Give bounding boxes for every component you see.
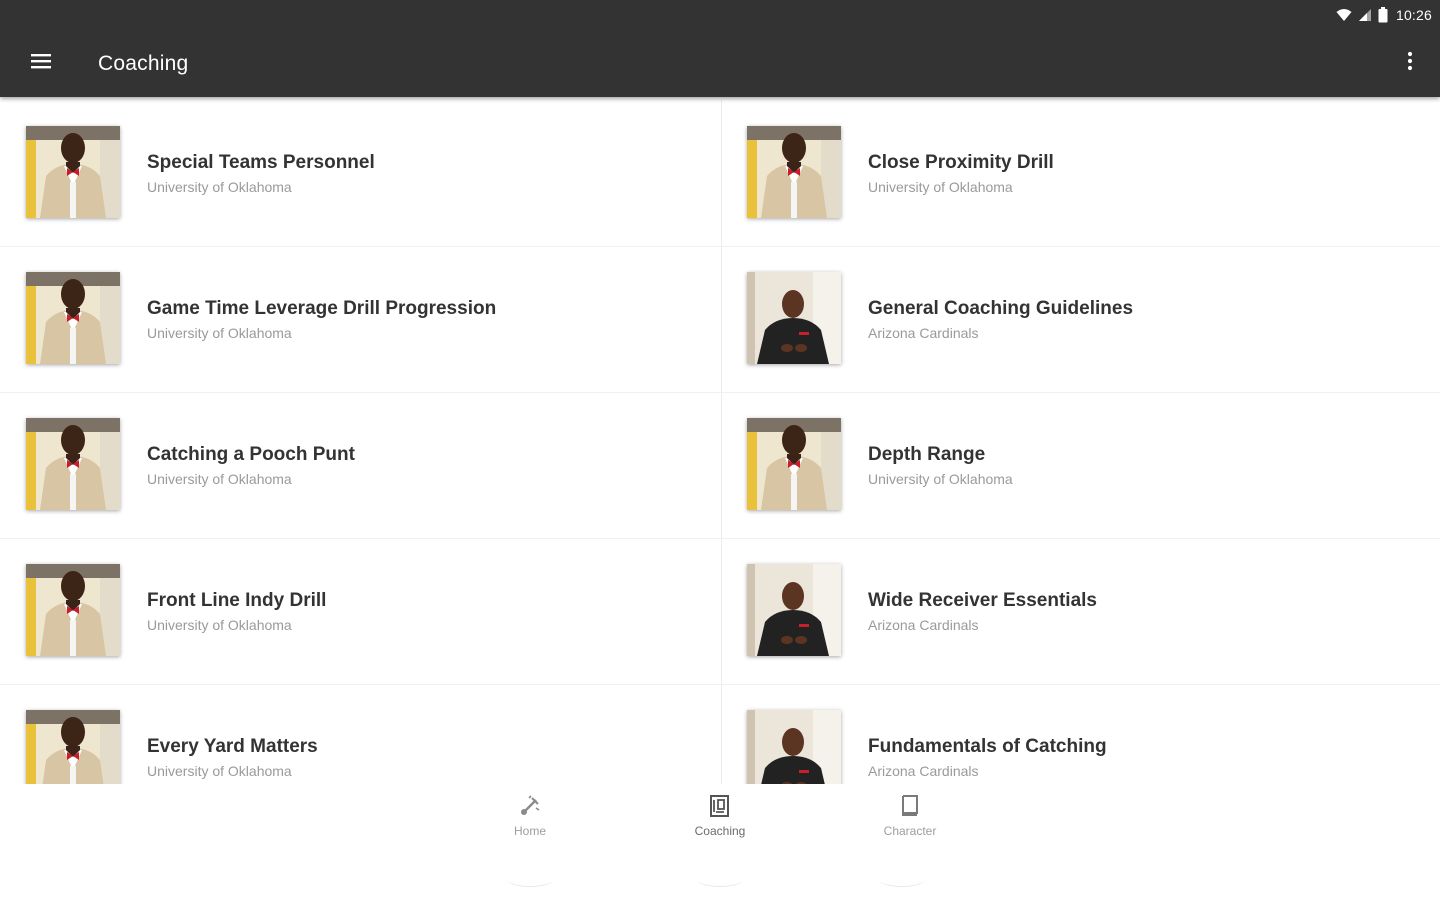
item-subtitle: University of Oklahoma — [147, 471, 292, 487]
app-toolbar: 10:26 Coaching — [0, 0, 1440, 97]
item-title: General Coaching Guidelines — [868, 298, 1134, 319]
item-subtitle: University of Oklahoma — [147, 179, 292, 195]
hamburger-menu-button[interactable] — [24, 46, 58, 80]
app-screen: 10:26 Coaching Special Teams Personnel U… — [0, 0, 1440, 900]
item-subtitle: Arizona Cardinals — [868, 763, 979, 779]
battery-icon — [1378, 7, 1388, 23]
page-title: Coaching — [98, 52, 189, 75]
video-thumbnail — [747, 272, 841, 364]
item-subtitle: University of Oklahoma — [147, 763, 292, 779]
nav-coaching-ripple — [697, 872, 743, 887]
nav-coaching-label: Coaching — [694, 824, 746, 838]
item-title: Fundamentals of Catching — [868, 736, 1107, 757]
video-thumbnail — [26, 710, 120, 784]
list-item[interactable]: Catching a Pooch Punt University of Oklah… — [0, 392, 720, 538]
nav-home-label: Home — [513, 824, 546, 838]
nav-character[interactable]: Character — [850, 790, 970, 850]
video-thumbnail — [747, 418, 841, 510]
whistle-icon — [518, 790, 542, 818]
item-subtitle: University of Oklahoma — [147, 325, 292, 341]
video-thumbnail — [26, 564, 120, 656]
nav-home[interactable]: Home — [470, 790, 590, 850]
list-item[interactable]: Game Time Leverage Drill Progression Univ… — [0, 246, 720, 392]
signal-icon — [1358, 8, 1372, 22]
video-thumbnail — [747, 126, 841, 218]
nav-home-ripple — [507, 872, 553, 887]
item-subtitle: University of Oklahoma — [147, 617, 292, 633]
list-item[interactable]: Wide Receiver Essentials Arizona Cardinal… — [721, 538, 1440, 684]
list-item[interactable]: General Coaching Guidelines Arizona Cardi… — [721, 246, 1440, 392]
status-bar: 10:26 — [1336, 4, 1432, 26]
item-title: Every Yard Matters — [147, 736, 318, 757]
item-title: Close Proximity Drill — [868, 152, 1054, 173]
item-title: Depth Range — [868, 444, 986, 465]
overflow-menu-button[interactable] — [1398, 46, 1422, 80]
item-title: Game Time Leverage Drill Progression — [147, 298, 497, 319]
status-time: 10:26 — [1395, 7, 1432, 23]
item-subtitle: University of Oklahoma — [868, 179, 1013, 195]
list-item[interactable]: Special Teams Personnel University of Okl… — [0, 100, 720, 246]
video-thumbnail — [26, 272, 120, 364]
wifi-icon — [1336, 8, 1352, 22]
list-item[interactable]: Every Yard Matters University of Oklahoma — [0, 684, 720, 784]
coaching-list: Special Teams Personnel University of Okl… — [0, 100, 1440, 784]
nav-character-ripple — [879, 872, 925, 887]
overflow-menu-icon — [1407, 51, 1413, 76]
video-thumbnail — [747, 710, 841, 784]
hamburger-menu-icon — [31, 53, 51, 74]
video-thumbnail — [26, 418, 120, 510]
video-thumbnail — [26, 126, 120, 218]
bottom-navigation: Home Coaching Character — [0, 784, 1440, 900]
list-item[interactable]: Depth Range University of Oklahoma — [721, 392, 1440, 538]
item-subtitle: Arizona Cardinals — [868, 325, 979, 341]
video-thumbnail — [747, 564, 841, 656]
item-subtitle: Arizona Cardinals — [868, 617, 979, 633]
item-subtitle: University of Oklahoma — [868, 471, 1013, 487]
list-item[interactable]: Close Proximity Drill University of Oklah… — [721, 100, 1440, 246]
list-item[interactable]: Fundamentals of Catching Arizona Cardinal… — [721, 684, 1440, 784]
playbook-icon — [708, 790, 732, 818]
list-item[interactable]: Front Line Indy Drill University of Oklah… — [0, 538, 720, 684]
item-title: Catching a Pooch Punt — [147, 444, 355, 465]
item-title: Special Teams Personnel — [147, 152, 375, 173]
nav-coaching[interactable]: Coaching — [660, 790, 780, 850]
item-title: Wide Receiver Essentials — [868, 590, 1098, 611]
nav-character-label: Character — [883, 824, 937, 838]
item-title: Front Line Indy Drill — [147, 590, 327, 611]
book-icon — [898, 790, 922, 818]
